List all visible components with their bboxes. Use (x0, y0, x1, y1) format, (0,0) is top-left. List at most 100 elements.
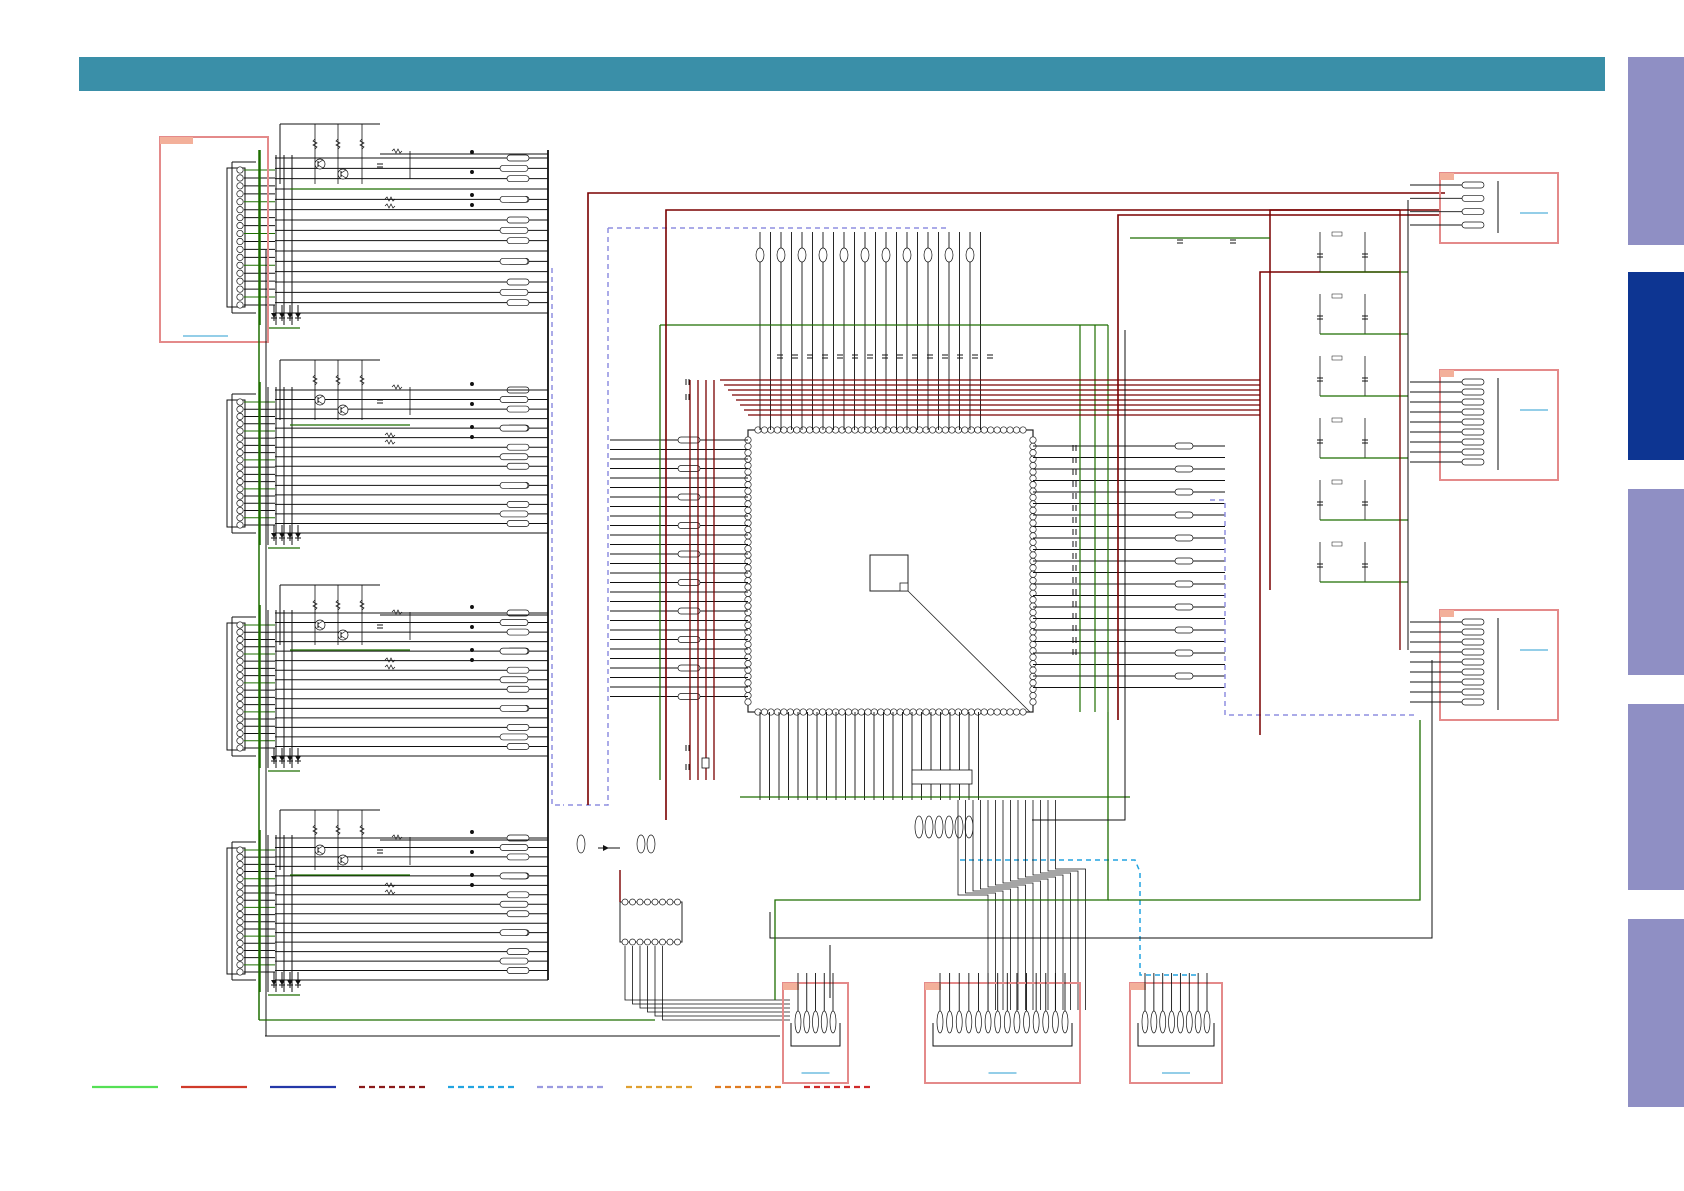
connector-pin (236, 174, 244, 182)
connector-pin (236, 269, 244, 277)
terminal (499, 396, 529, 403)
cpu-pin (744, 570, 752, 578)
wire-path (1269, 209, 1400, 590)
cpu-pin (744, 545, 752, 553)
terminal (1023, 1010, 1030, 1034)
terminal (1461, 208, 1485, 216)
terminal (1141, 1010, 1149, 1034)
diode (295, 313, 301, 318)
terminal (499, 900, 529, 908)
cpu-pin (744, 525, 752, 534)
cpu-pin (961, 708, 969, 716)
resistor (384, 203, 396, 209)
connector-pin (236, 708, 244, 716)
connector-pin (236, 229, 244, 238)
terminal (677, 522, 701, 529)
terminal (1461, 378, 1485, 386)
cpu-pin (760, 708, 769, 716)
terminal (1461, 448, 1485, 456)
connector-pin (236, 182, 244, 190)
terminal (499, 510, 529, 518)
cpu-pin (883, 426, 891, 434)
ic-pin (621, 898, 629, 906)
cpu-pin (744, 634, 752, 642)
cpu-pin (744, 564, 752, 572)
cpu-pin (744, 506, 752, 514)
connector-pin (236, 896, 244, 904)
junction-dot (470, 170, 474, 174)
terminal (506, 462, 530, 470)
terminal (776, 247, 786, 263)
terminal (499, 164, 529, 172)
bottom-connector-1 (782, 973, 849, 1084)
connector-pin (236, 463, 244, 471)
resistor (1331, 355, 1343, 361)
terminal (1042, 1010, 1050, 1034)
terminal (1174, 465, 1194, 473)
junction-dot (470, 873, 474, 877)
connector-pin (236, 301, 244, 309)
wire-path (662, 946, 790, 1021)
connector-pin (236, 939, 244, 947)
bus-line (551, 268, 563, 806)
connector-frame (159, 136, 269, 343)
connector-pin (236, 701, 244, 709)
cpu-pin (948, 426, 956, 434)
terminal (1177, 1010, 1184, 1034)
terminal (934, 815, 944, 839)
cpu-pin (1029, 487, 1037, 495)
terminal (839, 247, 849, 263)
cpu-pin (909, 426, 917, 434)
terminal (1203, 1010, 1211, 1034)
cpu-pin (864, 426, 872, 434)
terminal (506, 853, 530, 861)
cpu-pin (793, 426, 801, 434)
cpu-pin (928, 708, 937, 716)
terminal (499, 195, 529, 203)
connector-pin (236, 478, 244, 486)
terminal (1461, 688, 1485, 696)
diode (295, 533, 301, 538)
diode (603, 845, 609, 851)
cpu-pin (1029, 506, 1037, 514)
terminal (812, 1010, 819, 1034)
cpu-pin (744, 468, 752, 476)
terminal (1461, 181, 1485, 189)
terminal (576, 834, 586, 854)
connector-pin (236, 867, 244, 876)
connector-pin (236, 932, 244, 940)
connector-pin (236, 261, 244, 269)
wire-path (632, 946, 790, 1005)
terminal (506, 910, 530, 918)
cpu-pin (954, 426, 962, 434)
terminal (1461, 388, 1485, 396)
cpu-pin (922, 708, 930, 716)
cpu-pin (1006, 708, 1014, 716)
diode (295, 756, 301, 761)
cpu-pin (1000, 708, 1008, 716)
cpu-pin (1029, 449, 1037, 457)
terminal (1174, 626, 1194, 634)
connector-pin (236, 875, 244, 883)
connector-pin (236, 911, 244, 919)
connector-pin (236, 521, 244, 529)
connector-pin (236, 643, 244, 651)
resistor (1331, 293, 1343, 299)
terminal (506, 501, 530, 508)
cpu-pin (987, 708, 995, 716)
terminal (506, 216, 530, 224)
connector-pin (236, 946, 244, 955)
connector-pin (236, 715, 244, 723)
cpu-pin (1029, 564, 1037, 572)
connector-pin (236, 954, 244, 962)
connector-pin (236, 737, 244, 745)
cpu-pin (1029, 468, 1037, 476)
terminal (1032, 1010, 1040, 1034)
transistor (337, 629, 349, 641)
connector-pin (236, 253, 244, 261)
junction-dot (470, 402, 474, 406)
cpu-pin (1029, 596, 1037, 604)
left-channel-4 (226, 809, 548, 996)
cpu-pin (744, 615, 752, 623)
junction-dot (470, 830, 474, 834)
